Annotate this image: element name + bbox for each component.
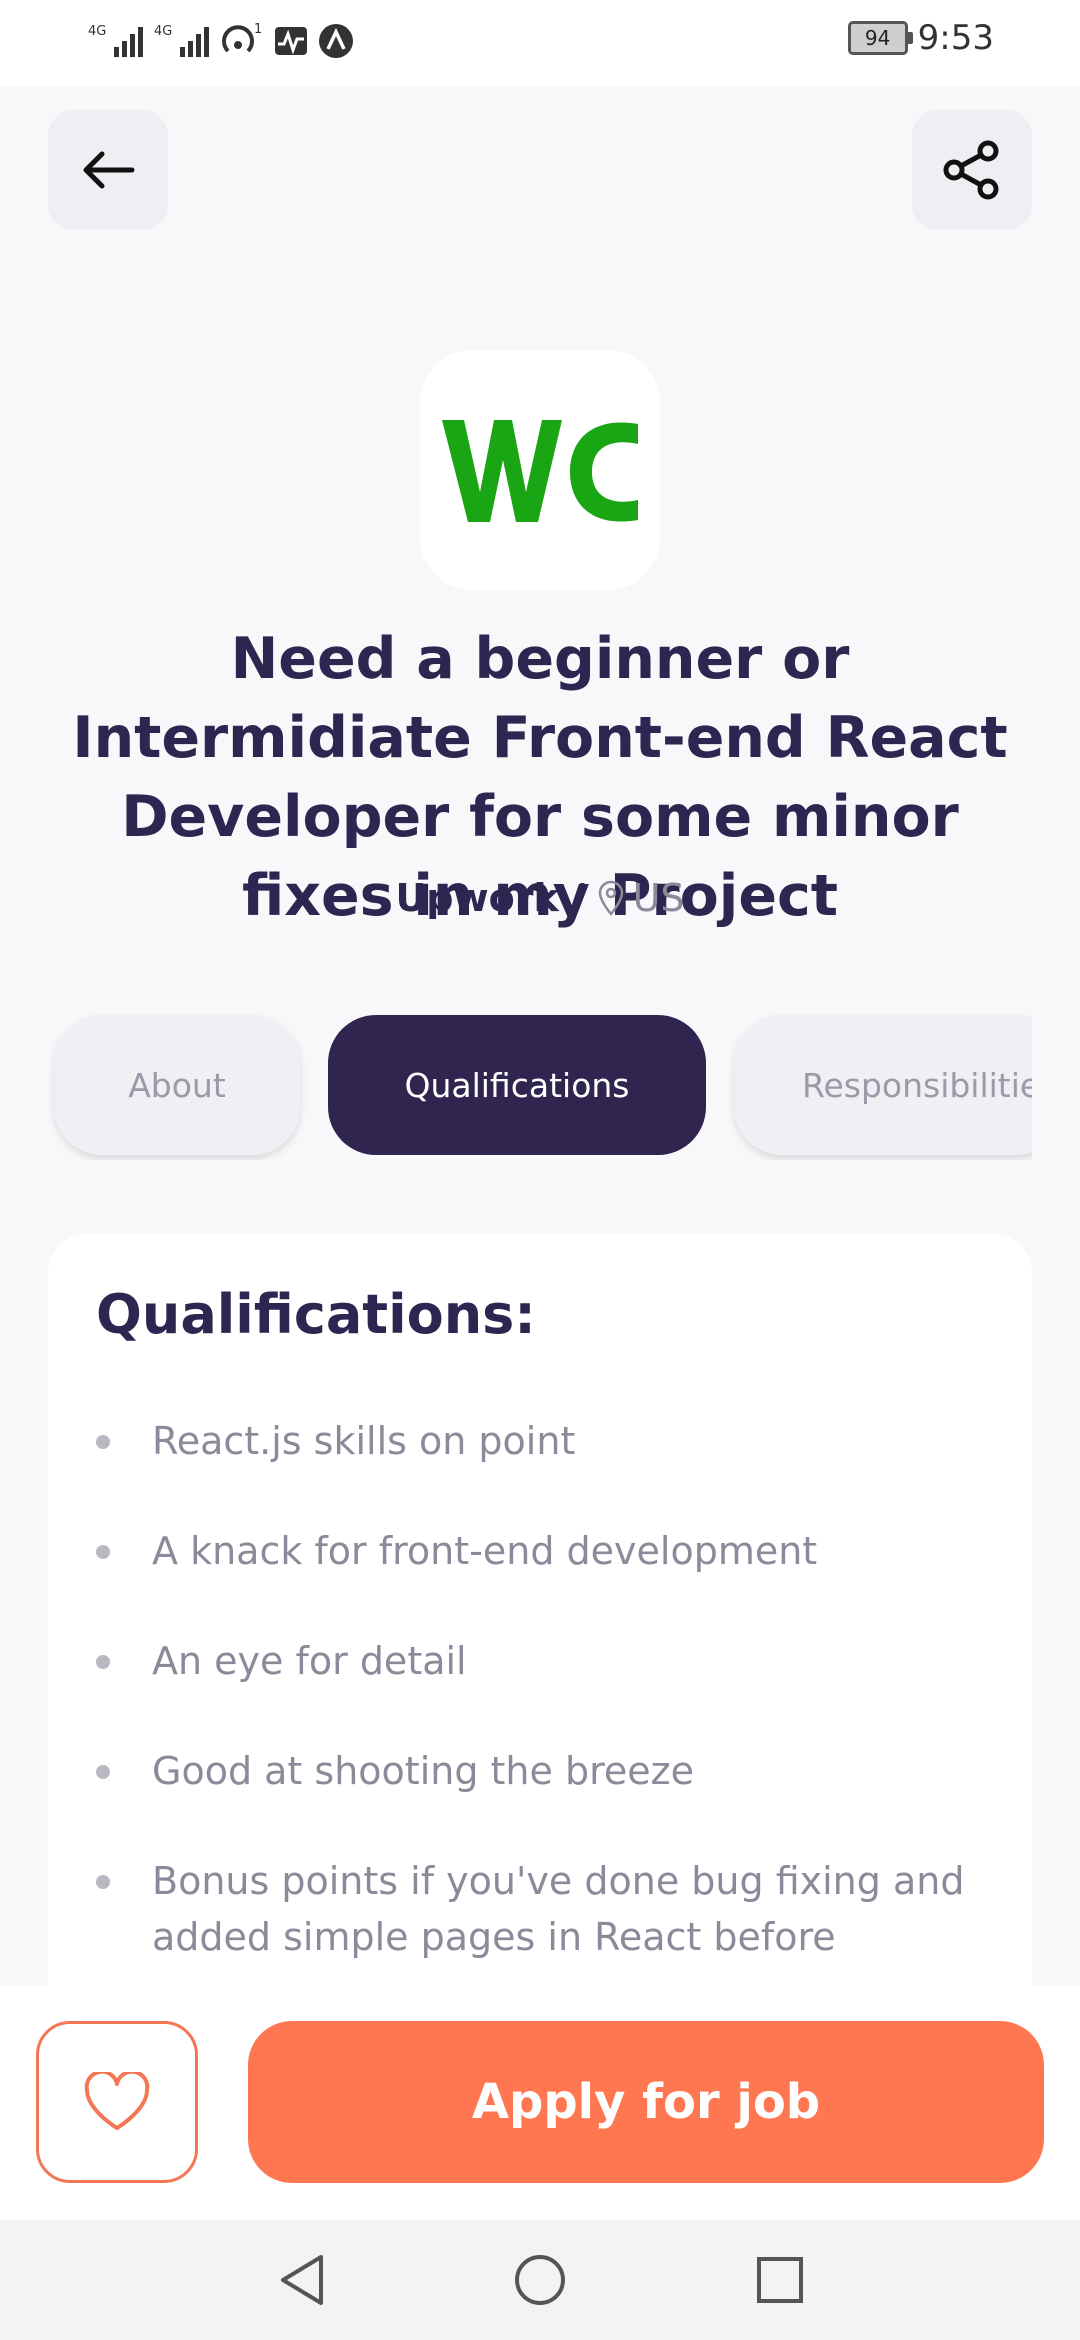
bullet-icon (96, 1435, 110, 1449)
apply-button-label: Apply for job (471, 2074, 821, 2130)
bullet-icon (96, 1765, 110, 1779)
list-item-text: An eye for detail (152, 1639, 467, 1683)
hotspot-icon: 1 (220, 18, 264, 64)
status-bar: 4G 4G 1 94 9:53 (0, 0, 1080, 86)
nav-recents-button[interactable] (750, 2250, 810, 2310)
tab-qualifications[interactable]: Qualifications (328, 1015, 706, 1155)
square-recents-icon (757, 2257, 803, 2303)
bullet-icon (96, 1655, 110, 1669)
favorite-button[interactable] (36, 2021, 198, 2183)
nav-back-button[interactable] (272, 2250, 332, 2310)
tab-about[interactable]: About (54, 1015, 300, 1155)
share-button[interactable] (912, 110, 1032, 230)
cellular-signal-2-icon: 4G (154, 18, 210, 64)
signal-label-1: 4G (88, 24, 106, 39)
location-pin-icon (598, 880, 623, 916)
qualifications-list: React.js skills on point A knack for fro… (96, 1413, 996, 2019)
list-item: React.js skills on point (96, 1413, 996, 1469)
battery-icon: 94 (847, 21, 913, 55)
status-left-group: 4G 4G 1 (88, 18, 354, 64)
arrow-left-icon (83, 151, 135, 189)
circle-home-icon (515, 2255, 565, 2305)
activity-monitor-icon (274, 18, 308, 64)
share-icon (943, 140, 999, 200)
list-item: Bonus points if you've done bug fixing a… (96, 1853, 996, 1965)
list-item-text: Bonus points if you've done bug fixing a… (152, 1859, 965, 1959)
tab-bar[interactable]: About Qualifications Responsibilities (48, 1010, 1032, 1160)
bullet-icon (96, 1875, 110, 1889)
back-button[interactable] (48, 110, 168, 230)
nav-home-button[interactable] (510, 2250, 570, 2310)
list-item: A knack for front-end development (96, 1523, 996, 1579)
heart-icon (84, 2072, 150, 2130)
tab-qualifications-label: Qualifications (404, 1065, 630, 1105)
tab-responsibilities-label: Responsibilities (802, 1065, 1032, 1105)
signal-label-2: 4G (154, 24, 172, 39)
location-text: US (632, 876, 685, 920)
list-item-text: A knack for front-end development (152, 1529, 818, 1573)
company-logo-mark (442, 420, 638, 522)
company-logo (420, 350, 660, 590)
tab-about-label: About (128, 1065, 226, 1105)
triangle-back-icon (281, 2255, 323, 2305)
company-name[interactable]: Upwork (395, 876, 558, 920)
hotspot-count: 1 (254, 22, 262, 37)
company-location-line: Upwork / US (0, 876, 1080, 920)
list-item: An eye for detail (96, 1633, 996, 1689)
system-nav-bar (0, 2220, 1080, 2340)
list-item: Good at shooting the breeze (96, 1743, 996, 1799)
bullet-icon (96, 1545, 110, 1559)
qualifications-heading: Qualifications: (96, 1283, 536, 1346)
list-item-text: React.js skills on point (152, 1419, 576, 1463)
bottom-action-bar: Apply for job (0, 1985, 1080, 2220)
app-notification-icon (318, 18, 354, 64)
tab-responsibilities[interactable]: Responsibilities (734, 1015, 1032, 1155)
list-item-text: Good at shooting the breeze (152, 1749, 694, 1793)
clock: 9:53 (917, 18, 994, 58)
battery-level: 94 (864, 26, 891, 50)
apply-button[interactable]: Apply for job (248, 2021, 1044, 2183)
status-right-group: 94 9:53 (847, 18, 994, 58)
location: US (597, 876, 685, 920)
separator: / (570, 876, 585, 920)
cellular-signal-icon: 4G (88, 18, 144, 64)
